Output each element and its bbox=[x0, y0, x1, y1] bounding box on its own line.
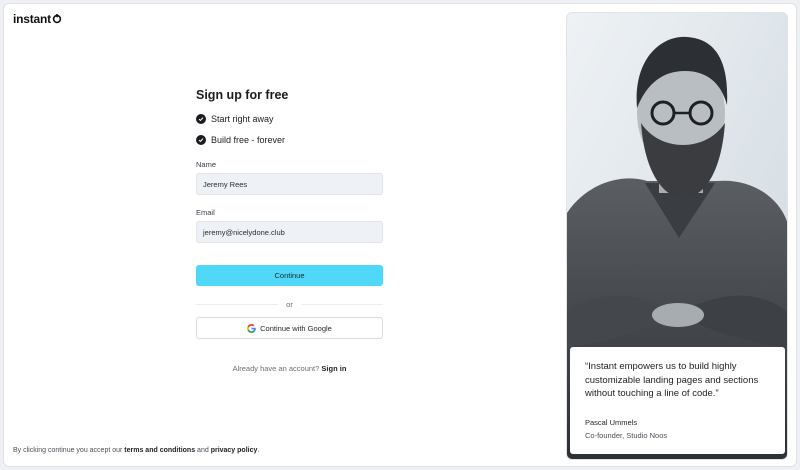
page-title: Sign up for free bbox=[196, 88, 289, 102]
signup-window: instant Sign up for free Start right awa… bbox=[3, 3, 797, 467]
testimonial-quote: “Instant empowers us to build highly cus… bbox=[585, 361, 759, 399]
check-circle-icon bbox=[196, 114, 206, 124]
divider-text: or bbox=[278, 299, 301, 309]
benefit-text: Start right away bbox=[211, 114, 274, 124]
or-divider: or bbox=[196, 298, 383, 310]
signin-prompt-text: Already have an account? bbox=[232, 364, 320, 373]
google-button-label: Continue with Google bbox=[260, 323, 332, 333]
logo-mark-icon bbox=[52, 14, 62, 24]
continue-button[interactable]: Continue bbox=[196, 265, 383, 286]
testimonial-role: Co-founder, Studio Noos bbox=[585, 430, 668, 440]
name-value: Jeremy Rees bbox=[203, 179, 248, 189]
email-value: jeremy@nicelydone.club bbox=[203, 227, 285, 237]
email-label: Email bbox=[196, 208, 215, 217]
email-field[interactable]: jeremy@nicelydone.club bbox=[196, 221, 383, 243]
brand-logo[interactable]: instant bbox=[13, 12, 62, 26]
privacy-link[interactable]: privacy policy bbox=[211, 447, 258, 454]
terms-period: . bbox=[257, 447, 260, 454]
google-signup-button[interactable]: Continue with Google bbox=[196, 317, 383, 339]
google-icon bbox=[247, 323, 256, 333]
signin-link[interactable]: Sign in bbox=[321, 364, 346, 373]
terms-and: and bbox=[197, 447, 209, 454]
signin-prompt: Already have an account? Sign in bbox=[196, 364, 383, 373]
name-label: Name bbox=[196, 160, 217, 169]
name-field[interactable]: Jeremy Rees bbox=[196, 173, 383, 195]
terms-prefix: By clicking continue you accept our bbox=[13, 447, 123, 454]
signup-form: Sign up for free Start right away Build … bbox=[196, 88, 383, 373]
testimonial-card: “Instant empowers us to build highly cus… bbox=[570, 347, 785, 454]
testimonial-author: Pascal Ummels bbox=[585, 417, 638, 427]
benefit-item: Start right away bbox=[196, 112, 383, 126]
benefit-item: Build free - forever bbox=[196, 133, 383, 147]
benefit-text: Build free - forever bbox=[211, 135, 286, 145]
terms-link[interactable]: terms and conditions bbox=[124, 447, 195, 454]
terms-notice: By clicking continue you accept our term… bbox=[13, 447, 259, 454]
check-circle-icon bbox=[196, 135, 206, 145]
logo-text: instant bbox=[13, 12, 51, 26]
